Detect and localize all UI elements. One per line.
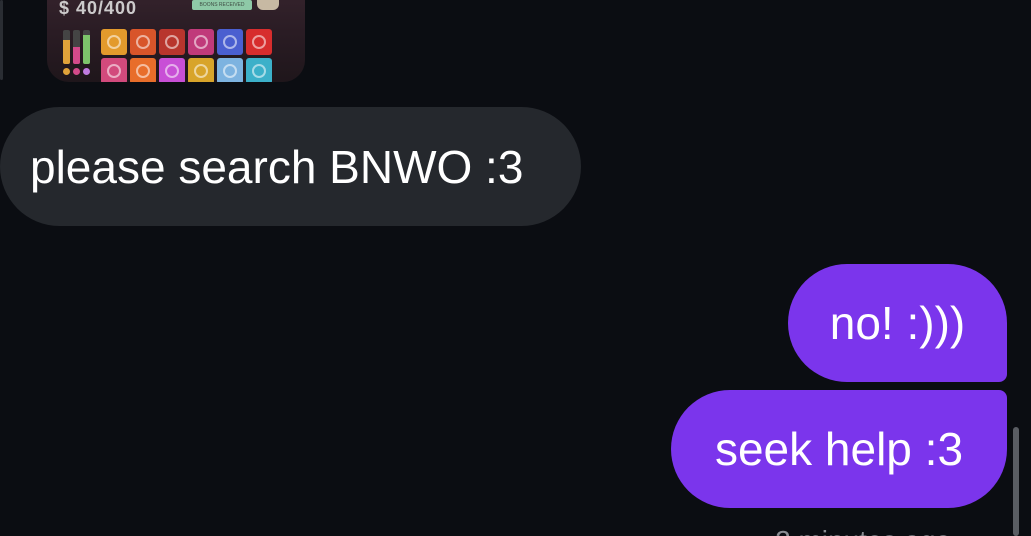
thumbnail-boon-icon bbox=[188, 58, 214, 82]
message-bubble-incoming[interactable]: please search BNWO :3 bbox=[0, 107, 581, 226]
thumbnail-portrait bbox=[257, 0, 279, 10]
shared-image-thumbnail[interactable]: $ 40/400 BOONS RECEIVED bbox=[47, 0, 305, 82]
message-bubble-outgoing[interactable]: no! :))) bbox=[788, 264, 1007, 382]
message-text: please search BNWO :3 bbox=[30, 140, 524, 193]
thumbnail-meter bbox=[73, 30, 80, 64]
thumbnail-boon-icon bbox=[130, 29, 156, 55]
thumbnail-meters bbox=[63, 30, 93, 76]
thumbnail-count-text: $ 40/400 bbox=[59, 0, 138, 18]
thumbnail-boon-icon bbox=[101, 29, 127, 55]
thumbnail-meter bbox=[83, 30, 90, 64]
thumbnail-boon-icon bbox=[217, 58, 243, 82]
thumbnail-meter bbox=[63, 30, 70, 64]
thread-edge-line bbox=[0, 0, 3, 80]
thumbnail-meter-icon bbox=[73, 68, 80, 75]
scrollbar-thumb[interactable] bbox=[1013, 427, 1019, 536]
thumbnail-boon-icon bbox=[159, 58, 185, 82]
thumbnail-boon-icon bbox=[188, 29, 214, 55]
thumbnail-banner: BOONS RECEIVED bbox=[192, 0, 252, 10]
thumbnail-boon-icon bbox=[246, 29, 272, 55]
message-text: seek help :3 bbox=[714, 423, 964, 475]
message-text: no! :))) bbox=[829, 297, 966, 349]
thumbnail-boon-icon bbox=[101, 58, 127, 82]
thumbnail-boon-icon bbox=[217, 29, 243, 55]
thumbnail-meter-icon bbox=[83, 68, 90, 75]
thumbnail-boon-icon bbox=[159, 29, 185, 55]
thumbnail-meter-icon bbox=[63, 68, 70, 75]
thumbnail-boon-icon bbox=[130, 58, 156, 82]
thumbnail-boon-icon bbox=[246, 58, 272, 82]
chat-screen: $ 40/400 BOONS RECEIVED please search BN… bbox=[0, 0, 1031, 536]
message-timestamp: 2 minutes ago bbox=[775, 525, 951, 536]
message-bubble-outgoing[interactable]: seek help :3 bbox=[671, 390, 1007, 508]
thumbnail-tile-grid bbox=[101, 29, 272, 82]
